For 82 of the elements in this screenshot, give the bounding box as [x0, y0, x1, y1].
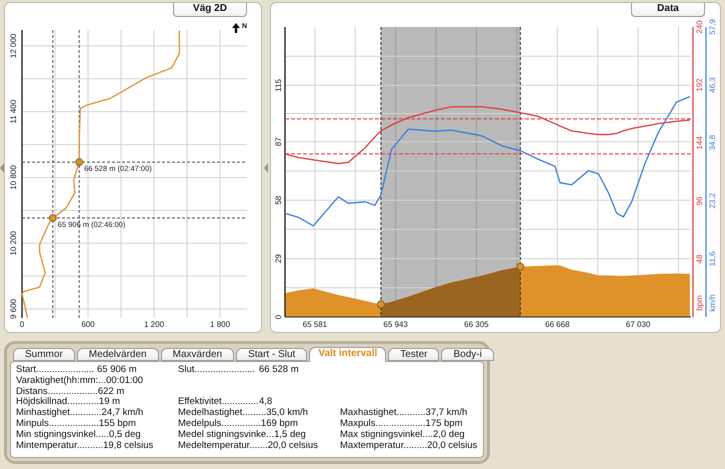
stat-label: Max stigningsvinkel....	[340, 430, 433, 441]
axis-tick-label: 66 305	[464, 320, 489, 329]
axis-tick-label: 11,6	[708, 251, 717, 266]
interval-handle[interactable]	[516, 262, 524, 271]
stat-value: 19,8 celsius	[103, 440, 154, 452]
stat-value: 20,0 celsius	[268, 440, 318, 452]
stat-value: 37,7 km/h	[426, 408, 468, 419]
stat-value: 2,0 deg	[432, 430, 465, 441]
interval-boundary-line[interactable]	[520, 26, 521, 318]
tab[interactable]: Medelvärden	[76, 348, 159, 361]
tab[interactable]: Start - Slut	[236, 348, 308, 361]
stat-value: 169 bpm	[260, 418, 298, 430]
stat-label: Maxhastighet...........	[340, 408, 426, 419]
axis-tick-label: 0	[274, 314, 283, 320]
north-arrow-icon	[232, 23, 240, 33]
stat-value: 175 bpm	[426, 418, 463, 430]
axis-tick-label: 65 943	[383, 320, 408, 329]
stat-label: Medeltemperatur.......	[178, 440, 268, 452]
axis-tick-label: 600	[81, 320, 95, 329]
stat-value: 155 bpm	[98, 418, 136, 430]
stat-label: Höjdskillnad............	[16, 397, 99, 408]
interval-handle[interactable]	[377, 300, 385, 308]
tab[interactable]: Maxvärden	[160, 348, 234, 361]
axis-unit-label: km/h	[708, 294, 717, 312]
stat-value: 20,0 celsius	[427, 440, 478, 452]
stat-value: 65 906 m	[97, 365, 137, 376]
axis-tick-label: 23,2	[708, 193, 717, 209]
stat-value: 0,5 deg	[108, 430, 141, 441]
axis-tick-label: 57,9	[708, 19, 717, 35]
panel-title: Data	[631, 3, 705, 17]
panel-title: Väg 2D	[173, 3, 247, 17]
stat-label: Distans...................	[16, 386, 98, 397]
stat-value: 66 528 m	[259, 365, 299, 376]
axis-tick-label: 192	[695, 78, 704, 92]
axis-tick-label: 10 800	[9, 165, 18, 190]
stat-value: 622 m	[98, 386, 124, 397]
axis-unit-label: bpm	[695, 295, 704, 311]
axis-tick-label: 87	[274, 137, 283, 146]
stat-value: 00:01:00	[106, 376, 144, 387]
stat-label: Minpuls...................	[16, 418, 99, 430]
axis-tick-label: 10 200	[9, 231, 18, 256]
route-marker[interactable]	[75, 158, 84, 166]
interval-boundary-line[interactable]	[380, 26, 382, 318]
axis-tick-label: 1 200	[144, 320, 164, 329]
stat-value: 19 m	[98, 397, 120, 408]
axis-tick-label: 0	[20, 320, 24, 329]
stat-label: Maxtemperatur.........	[340, 440, 428, 452]
axis-tick-label: 29	[274, 254, 283, 264]
tab[interactable]: Tester	[388, 348, 440, 361]
axis-tick-label: 96	[695, 196, 704, 206]
stat-label: Slut.......................	[178, 365, 256, 376]
stat-value: 1,5 deg	[274, 430, 306, 441]
stat-label: Mintemperatur..........	[16, 440, 104, 452]
tab[interactable]: Summor	[13, 348, 75, 361]
axis-tick-label: 115	[274, 79, 283, 92]
stat-label: Effektivitet..............	[178, 397, 259, 408]
stat-label: Minhastighet............	[16, 408, 102, 419]
axis-tick-label: 65 581	[302, 320, 328, 329]
axis-tick-label: 9 600	[9, 299, 18, 320]
stat-value: 4,8	[259, 397, 272, 408]
route-marker[interactable]	[48, 214, 57, 222]
tab[interactable]: Body-i	[441, 348, 494, 361]
stat-label: Medelhastighet.........	[178, 408, 266, 419]
stat-label: Medelpuls...............	[178, 418, 261, 430]
axis-tick-label: 66 668	[545, 320, 570, 329]
stat-label: Maxpuls...................	[340, 418, 426, 430]
axis-tick-label: 240	[695, 20, 704, 34]
axis-tick-label: 67 030	[626, 320, 650, 329]
axis-tick-label: 11 400	[9, 100, 18, 124]
stat-value: 24,7 km/h	[102, 408, 144, 419]
stat-label: Varaktighet(hh:mm:...	[16, 376, 106, 387]
stat-label: Start......................	[16, 365, 96, 376]
axis-tick-label: 144	[695, 136, 704, 150]
axis-tick-label: 48	[695, 254, 704, 264]
axis-tick-label: 12 000	[9, 34, 18, 58]
axis-tick-label: 58	[274, 196, 283, 205]
stat-label: Medel stigningsvinke...	[178, 430, 274, 441]
axis-tick-label: 34,8	[708, 134, 717, 150]
axis-tick-label: 1 800	[210, 320, 230, 329]
stat-label: Min stigningsvinkel.....	[16, 430, 109, 441]
axis-tick-label: 46,3	[708, 77, 717, 93]
stat-value: 35,0 km/h	[266, 408, 308, 419]
